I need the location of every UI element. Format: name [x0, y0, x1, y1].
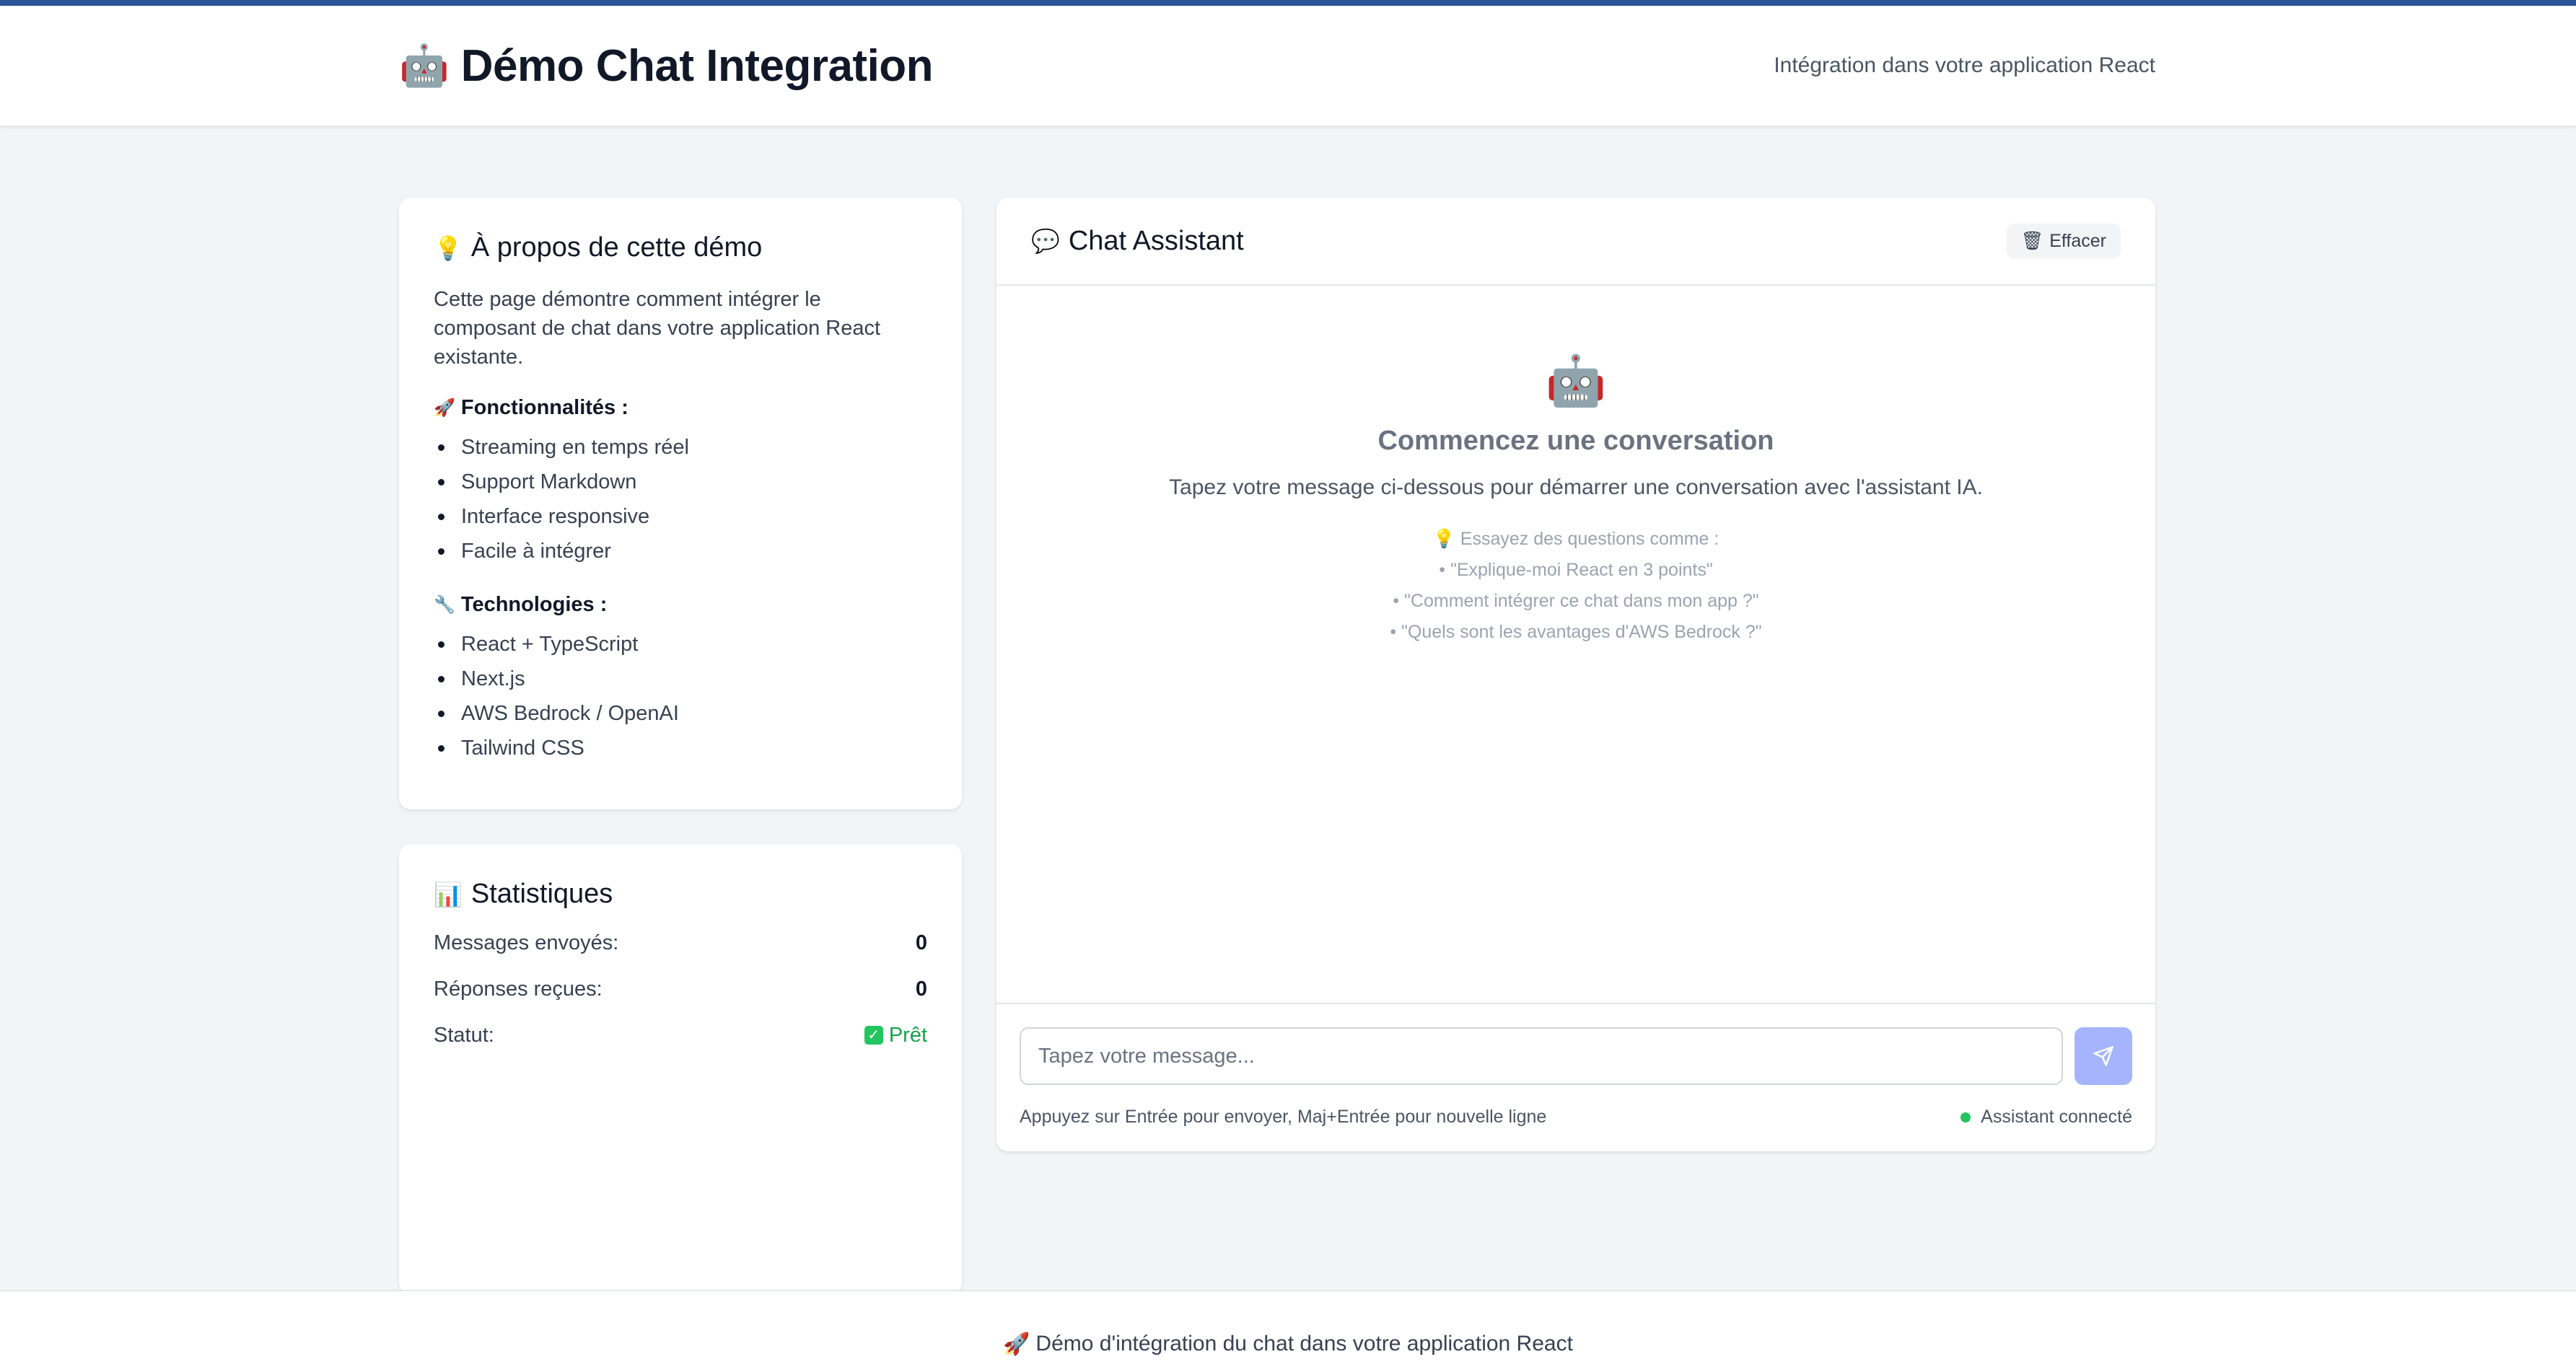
page-footer: 🚀 Démo d'intégration du chat dans votre …	[0, 1290, 2576, 1362]
tips-heading: 💡 Essayez des questions comme :	[996, 529, 2155, 550]
welcome-title: Commencez une conversation	[1377, 426, 1774, 456]
about-title-text: À propos de cette démo	[470, 232, 763, 263]
list-item: Streaming en temps réel	[434, 430, 927, 465]
stats-title: 📊 Statistiques	[434, 879, 927, 910]
keyboard-hint: Appuyez sur Entrée pour envoyer, Maj+Ent…	[1020, 1107, 1547, 1127]
status-badge: ✓ Prêt	[864, 1024, 927, 1047]
about-card: 💡 À propos de cette démo Cette page démo…	[399, 198, 962, 809]
footer-text: Démo d'intégration du chat dans votre ap…	[1035, 1332, 1573, 1356]
connection-status-text: Assistant connecté	[1981, 1107, 2132, 1127]
chat-panel: 💬 Chat Assistant 🗑 Effacer 🤖 Commencez u…	[996, 198, 2155, 1151]
stat-label: Réponses reçues:	[434, 977, 603, 1001]
stat-label: Statut:	[434, 1023, 494, 1047]
wrench-icon: 🔧	[434, 595, 455, 615]
bar-chart-icon: 📊	[434, 881, 463, 908]
robot-icon: 🤖	[1545, 353, 1607, 408]
stat-label: Messages envoyés:	[434, 931, 619, 954]
rocket-icon: 🚀	[1003, 1332, 1030, 1356]
check-icon: ✓	[864, 1026, 883, 1045]
header-subtitle: Intégration dans votre application React	[1774, 53, 2155, 77]
list-item: Next.js	[434, 662, 927, 696]
about-description: Cette page démontre comment intégrer le …	[434, 288, 881, 369]
suggestion-item: • "Comment intégrer ce chat dans mon app…	[1393, 591, 1759, 611]
list-item: AWS Bedrock / OpenAI	[434, 696, 927, 731]
features-list: Streaming en temps réel Support Markdown…	[434, 430, 927, 568]
suggestion-item: • "Quels sont les avantages d'AWS Bedroc…	[1390, 622, 1762, 642]
suggestion-item: • "Explique-moi React en 3 points"	[1439, 560, 1713, 580]
list-item: Tailwind CSS	[434, 731, 927, 765]
clear-chat-button[interactable]: 🗑 Effacer	[2006, 224, 2121, 258]
list-item: Support Markdown	[434, 465, 927, 499]
features-heading-text: Fonctionnalités :	[460, 396, 628, 419]
chat-header: 💬 Chat Assistant 🗑 Effacer	[996, 198, 2155, 286]
welcome-subtitle: Tapez votre message ci-dessous pour déma…	[1169, 475, 1983, 499]
chat-title: 💬 Chat Assistant	[1031, 226, 1244, 257]
chat-title-text: Chat Assistant	[1068, 225, 1244, 256]
stats-title-text: Statistiques	[470, 879, 613, 909]
technologies-heading-text: Technologies :	[460, 593, 608, 616]
lightbulb-icon: 💡	[1432, 529, 1455, 549]
message-input[interactable]	[1020, 1027, 2063, 1085]
about-title: 💡 À propos de cette démo	[434, 232, 927, 263]
stats-card: 📊 Statistiques Messages envoyés: 0 Répon…	[399, 844, 962, 1294]
stat-row-status: Statut: ✓ Prêt	[434, 1022, 927, 1048]
stat-value: 0	[915, 977, 927, 1001]
send-icon	[2093, 1046, 2113, 1066]
header-title-group: 🤖 Démo Chat Integration	[399, 40, 934, 92]
chat-messages-area: 🤖 Commencez une conversation Tapez votre…	[996, 286, 2155, 1003]
trash-icon: 🗑	[2020, 230, 2044, 251]
list-item: Interface responsive	[434, 499, 927, 534]
lightbulb-icon: 💡	[434, 234, 463, 261]
rocket-icon: 🚀	[434, 398, 455, 418]
technologies-list: React + TypeScript Next.js AWS Bedrock /…	[434, 627, 927, 765]
page-title: Démo Chat Integration	[460, 40, 934, 91]
connection-status: Assistant connecté	[1961, 1107, 2132, 1128]
status-dot-icon	[1961, 1112, 1971, 1122]
robot-icon: 🤖	[399, 43, 450, 88]
list-item: Facile à intégrer	[434, 534, 927, 568]
speech-bubble-icon: 💬	[1031, 228, 1060, 254]
top-accent-bar	[0, 0, 2576, 6]
chat-input-area: Appuyez sur Entrée pour envoyer, Maj+Ent…	[996, 1003, 2155, 1151]
page-header: 🤖 Démo Chat Integration Intégration dans…	[0, 6, 2576, 127]
main-content: 💡 À propos de cette démo Cette page démo…	[399, 198, 2155, 1294]
send-button[interactable]	[2075, 1027, 2132, 1085]
clear-button-label: Effacer	[2049, 230, 2106, 251]
status-value: Prêt	[888, 1023, 927, 1047]
technologies-heading: 🔧 Technologies :	[434, 593, 927, 617]
stat-value: 0	[915, 931, 927, 954]
chat-footer-row: Appuyez sur Entrée pour envoyer, Maj+Ent…	[1020, 1107, 2132, 1128]
list-item: React + TypeScript	[434, 627, 927, 662]
tips-heading-text: Essayez des questions comme :	[1460, 529, 1719, 549]
input-row	[1020, 1027, 2132, 1085]
stat-row-messages-sent: Messages envoyés: 0	[434, 930, 927, 956]
features-heading: 🚀 Fonctionnalités :	[434, 396, 927, 420]
stat-row-responses-received: Réponses reçues: 0	[434, 976, 927, 1002]
